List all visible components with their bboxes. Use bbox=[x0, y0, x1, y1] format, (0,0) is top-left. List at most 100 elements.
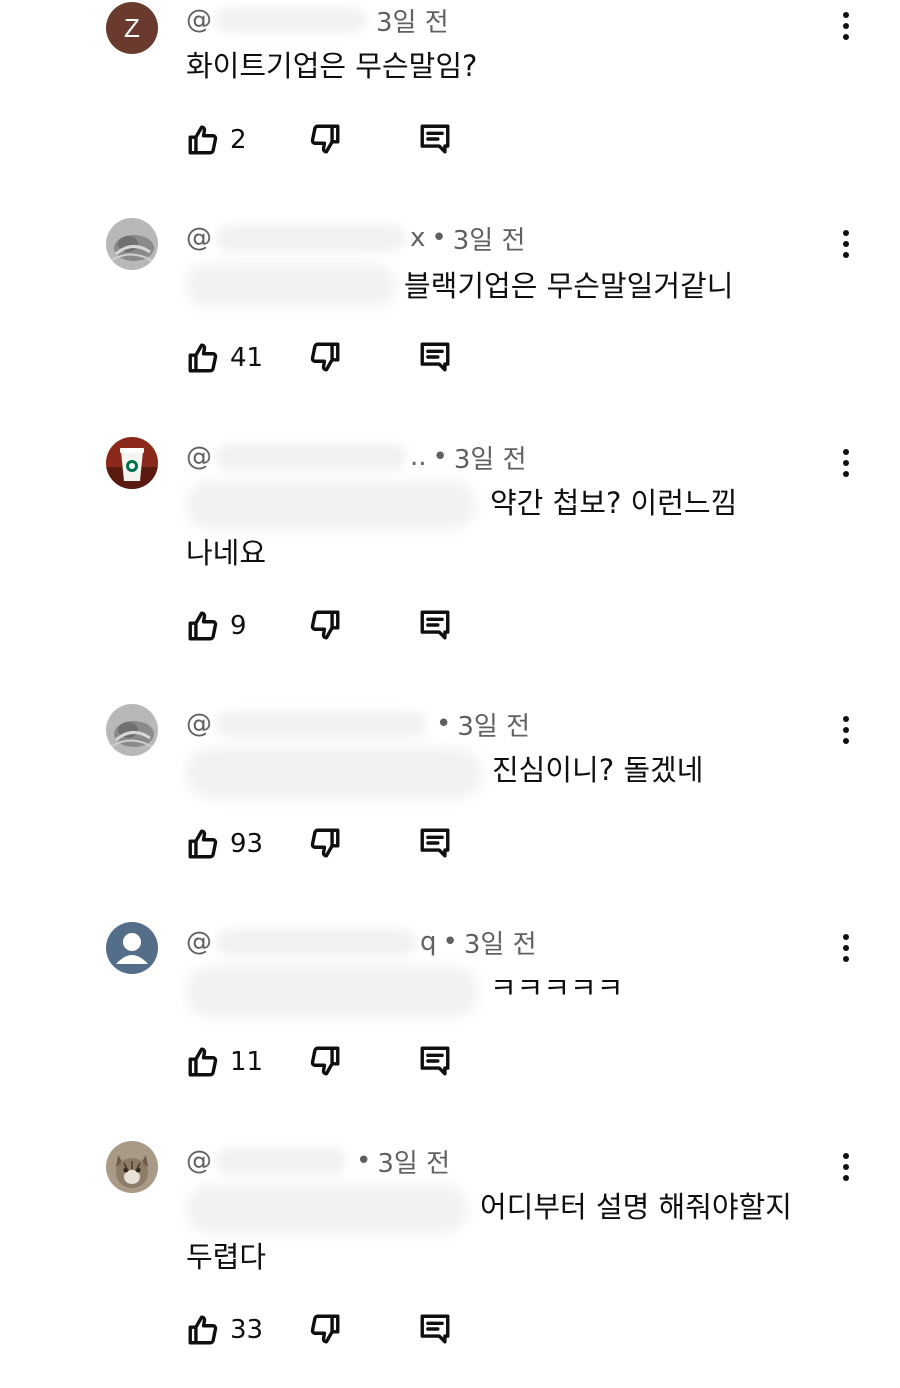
thumbs-up-icon bbox=[188, 343, 218, 373]
reply-button[interactable] bbox=[418, 1312, 454, 1348]
like-count: 2 bbox=[230, 125, 247, 155]
reply-comment-icon bbox=[420, 828, 450, 858]
coffee-cup-avatar-icon bbox=[106, 437, 158, 489]
dislike-button[interactable] bbox=[308, 826, 344, 862]
thumbs-down-icon bbox=[310, 1046, 340, 1076]
comment-text: 어디부터 설명 해줘야할지 bbox=[480, 1190, 792, 1224]
like-button[interactable]: 93 bbox=[186, 826, 263, 862]
like-button[interactable]: 33 bbox=[186, 1312, 263, 1348]
comment-actions: 2 bbox=[186, 122, 486, 162]
more-options-button[interactable] bbox=[834, 714, 858, 748]
thumbs-down-icon bbox=[310, 342, 340, 372]
like-count: 9 bbox=[230, 611, 247, 641]
more-vertical-icon bbox=[843, 12, 849, 40]
comment-text-line2: 나네요 bbox=[186, 536, 267, 570]
comment-actions: 9 bbox=[186, 608, 486, 648]
avatar-letter-icon: Z bbox=[124, 13, 140, 43]
reply-button[interactable] bbox=[418, 340, 454, 376]
redacted-handle bbox=[216, 1148, 346, 1174]
more-options-button[interactable] bbox=[834, 447, 858, 481]
timestamp: 3일 전 bbox=[453, 444, 527, 475]
like-count: 41 bbox=[230, 343, 264, 373]
dislike-button[interactable] bbox=[308, 1044, 344, 1080]
author-handle-tail: x bbox=[410, 223, 426, 253]
dislike-button[interactable] bbox=[308, 122, 344, 158]
author-handle-tail: q bbox=[420, 927, 437, 957]
cat-photo-avatar-icon bbox=[106, 218, 158, 270]
author-handle[interactable]: @ bbox=[186, 442, 212, 472]
like-button[interactable]: 41 bbox=[186, 340, 263, 376]
like-button[interactable]: 2 bbox=[186, 122, 247, 158]
author-handle[interactable]: @ bbox=[186, 709, 212, 739]
comment-text-line2: 두렵다 bbox=[186, 1240, 267, 1274]
redacted-handle bbox=[216, 225, 406, 251]
like-count: 93 bbox=[230, 829, 264, 859]
like-button[interactable]: 9 bbox=[186, 608, 247, 644]
redacted-text bbox=[186, 264, 396, 306]
redacted-text bbox=[186, 966, 478, 1018]
more-options-button[interactable] bbox=[834, 932, 858, 966]
reply-button[interactable] bbox=[418, 608, 454, 644]
redacted-handle bbox=[216, 929, 416, 955]
timestamp: 3일 전 bbox=[452, 225, 526, 256]
avatar[interactable] bbox=[106, 437, 158, 489]
reply-comment-icon bbox=[420, 610, 450, 640]
svg-text:Z: Z bbox=[124, 13, 140, 43]
timestamp: 3일 전 bbox=[377, 1148, 450, 1179]
timestamp: 3일 전 bbox=[376, 7, 449, 38]
dislike-button[interactable] bbox=[308, 1312, 344, 1348]
comment-header: @ q • 3일 전 bbox=[186, 925, 537, 960]
kitten-photo-avatar-icon bbox=[106, 1141, 158, 1193]
like-count: 11 bbox=[230, 1047, 264, 1077]
comment-text: 진심이니? 돌겠네 bbox=[492, 753, 704, 787]
like-count: 33 bbox=[230, 1315, 264, 1345]
comment-text: 화이트기업은 무슨말임? bbox=[186, 49, 478, 83]
avatar[interactable] bbox=[106, 1141, 158, 1193]
more-vertical-icon bbox=[843, 716, 849, 744]
more-vertical-icon bbox=[843, 934, 849, 962]
reply-comment-icon bbox=[420, 1046, 450, 1076]
dislike-button[interactable] bbox=[308, 608, 344, 644]
author-handle[interactable]: @ bbox=[186, 927, 212, 957]
like-button[interactable]: 11 bbox=[186, 1044, 263, 1080]
thumbs-up-icon bbox=[188, 611, 218, 641]
avatar[interactable]: Z bbox=[106, 2, 158, 54]
thumbs-up-icon bbox=[188, 1315, 218, 1345]
more-options-button[interactable] bbox=[834, 10, 858, 44]
thumbs-down-icon bbox=[310, 610, 340, 640]
comment-header: @ 3일 전 bbox=[186, 3, 449, 38]
more-options-button[interactable] bbox=[834, 228, 858, 262]
dislike-button[interactable] bbox=[308, 340, 344, 376]
author-handle-tail: .. bbox=[410, 442, 427, 472]
thumbs-down-icon bbox=[310, 828, 340, 858]
comment-header: @ • 3일 전 bbox=[186, 1144, 450, 1179]
comment-actions: 33 bbox=[186, 1312, 486, 1352]
avatar[interactable] bbox=[106, 704, 158, 756]
cat-photo-avatar-icon bbox=[106, 704, 158, 756]
redacted-text bbox=[186, 481, 476, 529]
reply-comment-icon bbox=[420, 1314, 450, 1344]
thumbs-down-icon bbox=[310, 1314, 340, 1344]
author-handle[interactable]: @ bbox=[186, 223, 212, 253]
comment-text: ㅋㅋㅋㅋㅋ bbox=[490, 971, 624, 1005]
reply-button[interactable] bbox=[418, 826, 454, 862]
reply-button[interactable] bbox=[418, 122, 454, 158]
comment-header: @ x • 3일 전 bbox=[186, 221, 526, 256]
author-handle[interactable]: @ bbox=[186, 5, 212, 35]
comment-header: @ • 3일 전 bbox=[186, 707, 530, 742]
reply-comment-icon bbox=[420, 342, 450, 372]
more-vertical-icon bbox=[843, 1153, 849, 1181]
thumbs-up-icon bbox=[188, 125, 218, 155]
more-vertical-icon bbox=[843, 449, 849, 477]
timestamp: 3일 전 bbox=[457, 711, 530, 742]
more-options-button[interactable] bbox=[834, 1151, 858, 1185]
comment-header: @ .. • 3일 전 bbox=[186, 440, 527, 475]
more-vertical-icon bbox=[843, 230, 849, 258]
redacted-text bbox=[186, 1185, 468, 1233]
redacted-handle bbox=[216, 711, 426, 737]
avatar[interactable] bbox=[106, 922, 158, 974]
reply-button[interactable] bbox=[418, 1044, 454, 1080]
author-handle[interactable]: @ bbox=[186, 1146, 212, 1176]
comment-actions: 41 bbox=[186, 340, 486, 380]
avatar[interactable] bbox=[106, 218, 158, 270]
